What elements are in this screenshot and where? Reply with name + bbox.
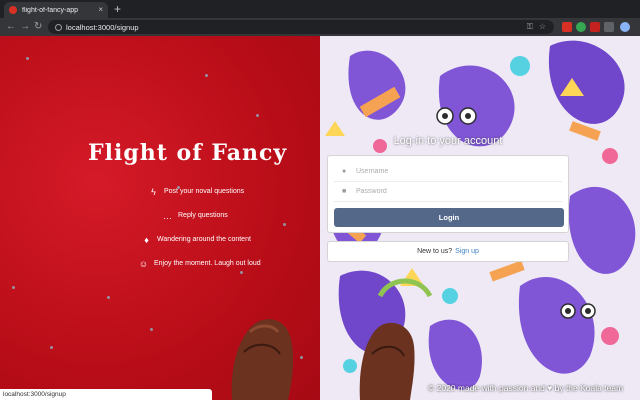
extension-icon[interactable] [604,22,614,32]
decor-speck [240,271,243,274]
feature-item: ☺ Enjoy the moment. Laugh out loud [138,258,261,269]
favicon-icon [9,6,17,14]
extension-icon[interactable] [576,22,586,32]
signup-link[interactable]: Sign up [455,248,479,255]
feature-label: Post your noval questions [164,188,245,195]
key-icon[interactable]: ⚿ [527,22,533,32]
login-button[interactable]: Login [334,208,564,227]
reload-icon[interactable]: ↻ [34,21,42,33]
footer-credit: © 2020 made with passion and ♥ by the Ko… [428,383,624,393]
feature-item: ϟ Post your noval questions [148,186,244,197]
feature-item: ♦ Wandering around the content [141,234,251,245]
decor-speck [12,286,15,289]
new-tab-icon[interactable]: + [114,3,121,15]
shoe-illustration [231,319,294,400]
browser-toolbar: ← → ↻ localhost:3000/signup ⚿ ☆ [0,18,640,36]
red-carpet-panel: Flight of Fancy ϟ Post your noval questi… [0,36,320,400]
feature-label: Reply questions [178,212,228,219]
brand-title: Flight of Fancy [88,140,288,166]
username-input[interactable] [356,168,536,175]
signup-prompt: New to us? Sign up [327,241,569,262]
chat-icon: … [163,210,172,221]
lock-icon: ■ [342,188,347,195]
feature-item: … Reply questions [162,210,228,221]
feature-label: Enjoy the moment. Laugh out loud [154,260,261,267]
balloon-icon: ♦ [144,234,149,245]
omnibox-actions: ⚿ ☆ [527,22,546,32]
tab-bar: flight-of-fancy-app × + [0,0,640,18]
forward-icon[interactable]: → [20,21,30,33]
user-icon: ● [342,168,347,175]
decor-speck [26,57,29,60]
decor-speck [256,114,259,117]
profile-avatar[interactable] [620,22,630,32]
lightning-icon: ϟ [151,186,156,197]
smile-icon: ☺ [138,258,149,269]
password-row: ■ [334,182,562,202]
close-tab-icon[interactable]: × [98,6,103,14]
url-text: localhost:3000/signup [66,22,139,32]
decor-speck [50,346,53,349]
extension-icon[interactable] [590,22,600,32]
feature-label: Wandering around the content [157,236,251,243]
browser-tab[interactable]: flight-of-fancy-app × [4,2,108,18]
password-input[interactable] [356,188,536,195]
decor-speck [300,356,303,359]
tab-title: flight-of-fancy-app [22,6,79,14]
back-icon[interactable]: ← [6,21,16,33]
address-bar[interactable]: localhost:3000/signup ⚿ ☆ [48,20,554,34]
page-content: Flight of Fancy ϟ Post your noval questi… [0,36,640,400]
signup-prompt-text: New to us? [417,248,453,255]
username-row: ● [334,162,562,182]
login-form: ● ■ Login [327,155,569,233]
decor-speck [283,223,286,226]
decor-speck [205,74,208,77]
status-bar: localhost:3000/signup [0,389,212,400]
star-icon[interactable]: ☆ [539,22,546,32]
decor-speck [107,296,110,299]
login-title: Log-in to your account [393,135,503,147]
decor-speck [150,328,153,331]
extension-icon[interactable] [562,22,572,32]
info-icon[interactable] [55,23,62,31]
